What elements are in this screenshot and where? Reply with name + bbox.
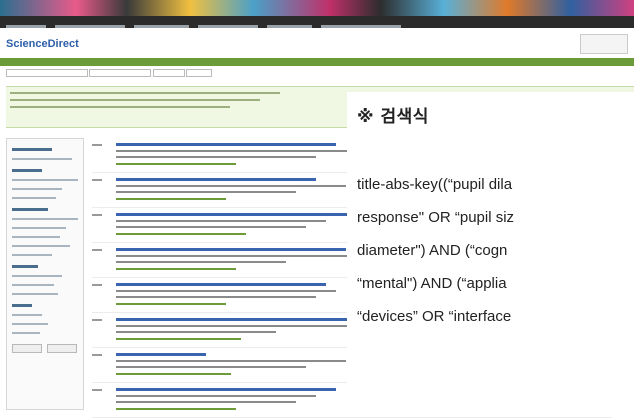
query-line-1: title-abs-key((“pupil dila xyxy=(357,176,513,193)
query-line-3: diameter") AND (“cogn xyxy=(357,242,508,259)
exclude-button[interactable] xyxy=(47,344,77,353)
browser-banner xyxy=(0,0,634,16)
volume-input[interactable] xyxy=(152,69,185,77)
refine-sidebar xyxy=(6,138,84,410)
search-button[interactable] xyxy=(186,69,213,77)
query-line-5: “devices” OR “interface xyxy=(357,308,512,325)
limit-button[interactable] xyxy=(12,344,42,353)
institution-badge xyxy=(580,34,628,54)
bookmarks-bar xyxy=(0,16,634,29)
query-line-2: response" OR “pupil siz xyxy=(357,209,515,226)
search-query-title: ※ 검색식 xyxy=(357,107,429,127)
search-input[interactable] xyxy=(6,69,88,77)
query-line-4: “mental") AND (“applia xyxy=(357,275,507,292)
journal-input[interactable] xyxy=(89,69,152,77)
search-query-overlay: ※ 검색식 title-abs-key((“pupil dila respons… xyxy=(347,92,634,409)
navigation-bar xyxy=(0,58,634,66)
sciencedirect-logo[interactable]: ScienceDirect xyxy=(6,38,79,50)
